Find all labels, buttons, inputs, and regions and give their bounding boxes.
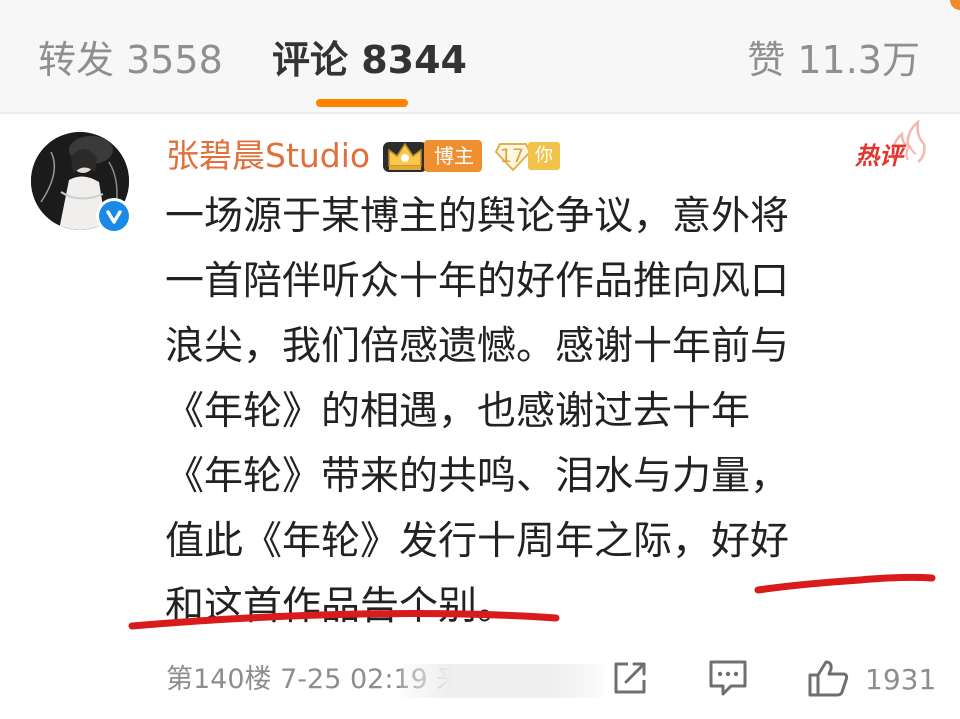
verified-icon xyxy=(96,198,132,234)
share-icon[interactable] xyxy=(610,658,650,698)
tab-comments[interactable]: 评论 8344 xyxy=(272,36,467,84)
comment-icon[interactable] xyxy=(707,658,749,698)
username[interactable]: 张碧晨Studio xyxy=(166,134,370,178)
blogger-badge: 博主 xyxy=(424,140,482,172)
comment-line: 《年轮》带来的共鸣、泪水与力量， xyxy=(165,454,790,499)
comment-line: 《年轮》的相遇，也感谢过去十年 xyxy=(165,389,751,434)
fan-level-number: 17 xyxy=(499,145,525,167)
tab-repost[interactable]: 转发 3558 xyxy=(38,36,223,84)
hot-comment-tag: 热评 xyxy=(855,142,903,170)
comment-line: 一首陪伴听众十年的好作品推向风口 xyxy=(165,259,790,304)
comment-line: 浪尖，我们倍感遗憾。感谢十年前与 xyxy=(165,324,790,369)
tab-likes[interactable]: 赞 11.3万 xyxy=(747,36,920,84)
comment-line: 一场源于某博主的舆论争议，意外将 xyxy=(165,194,790,239)
comment-card: 张碧晨Studio 博主 17 你 热评 一场源于某博主的舆论争议，意外将 一首… xyxy=(0,114,960,719)
redacted-source xyxy=(400,664,605,698)
fan-level-icon: 17 你 xyxy=(494,140,562,172)
interaction-tabs: 转发 3558 评论 8344 赞 11.3万 xyxy=(0,14,960,112)
comment-line: 和这首作品告个别。 xyxy=(165,584,517,629)
top-strip xyxy=(0,0,960,14)
comment-footer: 第140楼 7-25 02:19 来 1931 xyxy=(0,654,960,704)
comment-line: 值此《年轮》发行十周年之际，好好 xyxy=(165,519,790,564)
like-icon[interactable] xyxy=(806,658,850,698)
fan-level-suffix: 你 xyxy=(528,142,560,170)
comment-text: 一场源于某博主的舆论争议，意外将 一首陪伴听众十年的好作品推向风口 浪尖，我们倍… xyxy=(165,184,925,639)
active-tab-indicator xyxy=(316,99,408,107)
like-count: 1931 xyxy=(865,663,937,696)
